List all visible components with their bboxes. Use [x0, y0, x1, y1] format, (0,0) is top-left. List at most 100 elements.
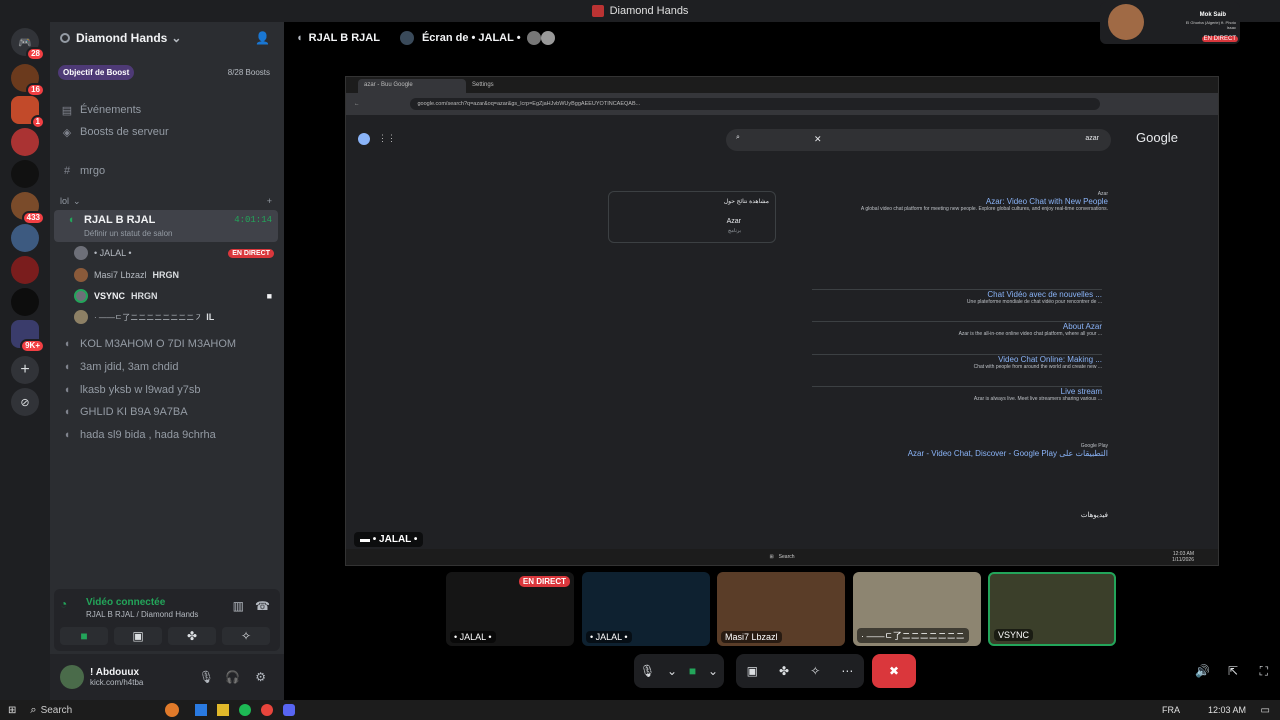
- noise-suppression-icon[interactable]: ▥: [233, 599, 244, 613]
- shared-screen[interactable]: azar - Buu Google Settings ← google.com/…: [345, 76, 1219, 566]
- microphone-icon[interactable]: 🎙: [640, 664, 655, 678]
- url-field[interactable]: google.com/search?q=azar&oq=azar&gs_lcrp…: [409, 98, 1100, 110]
- app-icon[interactable]: [194, 704, 207, 716]
- leave-call-button[interactable]: ✖: [872, 654, 916, 688]
- server-icon-5[interactable]: 433: [11, 192, 45, 225]
- text-channel-mrgo[interactable]: # mrgo: [50, 160, 284, 182]
- notification-icon[interactable]: ▭: [1261, 705, 1270, 716]
- avatar: [74, 246, 88, 260]
- channel-status[interactable]: Définir un statut de salon: [84, 229, 173, 238]
- headphones-icon[interactable]: 🎧: [225, 670, 240, 684]
- microphone-icon[interactable]: 🎙: [199, 670, 214, 684]
- knowledge-panel[interactable]: مشاهدة نتائج حول Azar برنامج: [608, 191, 776, 243]
- server-icon-6[interactable]: [11, 224, 39, 252]
- nav-events[interactable]: ▤ Événements: [50, 99, 284, 121]
- disconnect-icon[interactable]: ☎: [255, 599, 270, 613]
- guild-header[interactable]: Diamond Hands ⌄ 👤: [50, 22, 284, 54]
- avatar: [74, 268, 88, 282]
- search-result[interactable]: Chat Vidéo avec de nouvelles ... Une plat…: [812, 289, 1102, 321]
- add-server-icon[interactable]: +: [11, 356, 39, 384]
- participant-tile[interactable]: VSYNC: [988, 572, 1116, 646]
- add-channel-icon[interactable]: +: [267, 196, 272, 206]
- guild-name: Diamond Hands: [76, 31, 168, 45]
- participant-tile[interactable]: · ——ㄷ了ニニニニニニニ: [853, 572, 981, 646]
- voice-user[interactable]: · ——ㄷ了ニニニニニニニニ㇇ IL: [74, 307, 274, 327]
- voice-channel-active[interactable]: ◖ RJAL B RJAL Définir un statut de salon…: [54, 210, 278, 242]
- volume-icon[interactable]: 🔊: [1195, 664, 1210, 678]
- nav-server-boosts[interactable]: ◈ Boosts de serveur: [50, 121, 284, 143]
- server-icon-7[interactable]: [11, 256, 39, 284]
- chevron-down-icon[interactable]: ⌄: [708, 664, 718, 678]
- back-icon[interactable]: ←: [354, 101, 360, 107]
- participant-tile[interactable]: • JALAL •: [582, 572, 710, 646]
- soundboard-button[interactable]: ✧: [222, 627, 270, 645]
- screen-share-button[interactable]: ▣: [114, 627, 162, 645]
- category-lol[interactable]: lol ⌄ +: [50, 190, 284, 212]
- tray-time[interactable]: 12:03 AM: [1208, 705, 1246, 715]
- voice-channel[interactable]: ◖ 3am jdid, 3am chdid: [50, 356, 284, 378]
- folder-icon[interactable]: [216, 704, 229, 716]
- voice-user[interactable]: Masi7 Lbzazl HRGN: [74, 265, 274, 285]
- more-icon[interactable]: ⋯: [841, 664, 853, 678]
- voice-status-sub[interactable]: RJAL B RJAL / Diamond Hands: [86, 610, 198, 619]
- search-result[interactable]: About Azar Azar is the all-in-one online …: [812, 321, 1102, 353]
- search-result[interactable]: Live stream Azar is always live. Meet liv…: [812, 386, 1102, 418]
- voice-user[interactable]: • JALAL • EN DIRECT: [74, 243, 274, 263]
- activities-button[interactable]: ✤: [168, 627, 216, 645]
- google-logo: Google: [1136, 130, 1178, 145]
- server-icon-3[interactable]: [11, 128, 39, 156]
- chevron-down-icon[interactable]: ⌄: [667, 664, 677, 678]
- voice-channel[interactable]: ◖ hada sl9 bida , hada 9chrha: [50, 424, 284, 446]
- search-result[interactable]: Azar Azar: Video Chat with New People A …: [818, 191, 1108, 212]
- participant-tile[interactable]: Masi7 Lbzazl: [717, 572, 845, 646]
- activities-icon[interactable]: ✤: [779, 664, 789, 678]
- add-member-icon[interactable]: 👤: [255, 31, 270, 45]
- pip-window[interactable]: Mok Saib El Ghorba (Algerie) ft. Photo I…: [1100, 2, 1240, 44]
- boost-goal[interactable]: Objectif de Boost 8/28 Boosts: [58, 62, 276, 82]
- screen-share-icon[interactable]: ▣: [747, 664, 758, 678]
- tray-lang[interactable]: FRA: [1162, 705, 1180, 715]
- google-search-box[interactable]: ⌕ ✕ azar: [726, 129, 1111, 151]
- calendar-icon: ▤: [61, 104, 73, 117]
- app-icon: [591, 5, 604, 17]
- browser-tab[interactable]: azar - Buu Google: [358, 79, 466, 93]
- search-icon[interactable]: ⌕: [30, 704, 36, 717]
- chrome-icon[interactable]: [260, 704, 273, 716]
- voice-channel[interactable]: ◖ lkasb yksb w l9wad y7sb: [50, 379, 284, 401]
- clear-icon[interactable]: ✕: [814, 134, 822, 145]
- speaker-icon: ◖: [63, 338, 71, 350]
- avatar[interactable]: [60, 665, 84, 689]
- server-icon-2[interactable]: 1: [11, 96, 45, 129]
- video-button[interactable]: ■: [60, 627, 108, 645]
- fullscreen-icon[interactable]: ⛶: [1260, 664, 1268, 679]
- discover-icon[interactable]: ⊘: [11, 388, 39, 416]
- search-result-play[interactable]: Google Play Azar - Video Chat, Discover …: [818, 443, 1108, 458]
- voice-channel[interactable]: ◖ GHLID KI B9A 9A7BA: [50, 401, 284, 423]
- server-folder[interactable]: 9K+: [11, 320, 45, 353]
- server-icon-8[interactable]: [11, 288, 39, 316]
- apps-grid-icon[interactable]: ⋮⋮: [378, 133, 396, 144]
- voice-channel[interactable]: ◖ KOL M3AHOM O 7DI M3AHOM: [50, 333, 284, 355]
- server-icon-4[interactable]: [11, 160, 39, 188]
- server-icon-1[interactable]: 16: [11, 64, 45, 97]
- live-badge: EN DIRECT: [518, 576, 570, 587]
- soundboard-icon[interactable]: ✧: [810, 664, 820, 678]
- speaker-icon: ◖: [63, 406, 71, 418]
- browser-tabs: azar - Buu Google Settings: [346, 77, 1218, 93]
- spotify-icon[interactable]: [238, 704, 251, 716]
- avatar: [74, 310, 88, 324]
- windows-icon[interactable]: ⊞: [8, 705, 16, 716]
- search-result[interactable]: Video Chat Online: Making ... Chat with p…: [812, 354, 1102, 386]
- popout-icon[interactable]: ⇱: [1228, 664, 1238, 678]
- username: ! Abdouux: [90, 667, 140, 678]
- voice-user[interactable]: VSYNC HRGN ■: [74, 286, 274, 306]
- dm-home-icon[interactable]: 🎮 28: [11, 28, 45, 61]
- browser-tab[interactable]: Settings: [466, 79, 566, 93]
- signal-icon[interactable]: ◔: [60, 597, 67, 611]
- app-icon[interactable]: [164, 703, 179, 717]
- discord-icon[interactable]: [282, 704, 295, 716]
- gear-icon[interactable]: ⚙: [255, 670, 266, 684]
- taskbar-search[interactable]: Search: [41, 705, 151, 716]
- participant-tile[interactable]: EN DIRECT • JALAL •: [446, 572, 574, 646]
- camera-icon[interactable]: ■: [689, 664, 696, 678]
